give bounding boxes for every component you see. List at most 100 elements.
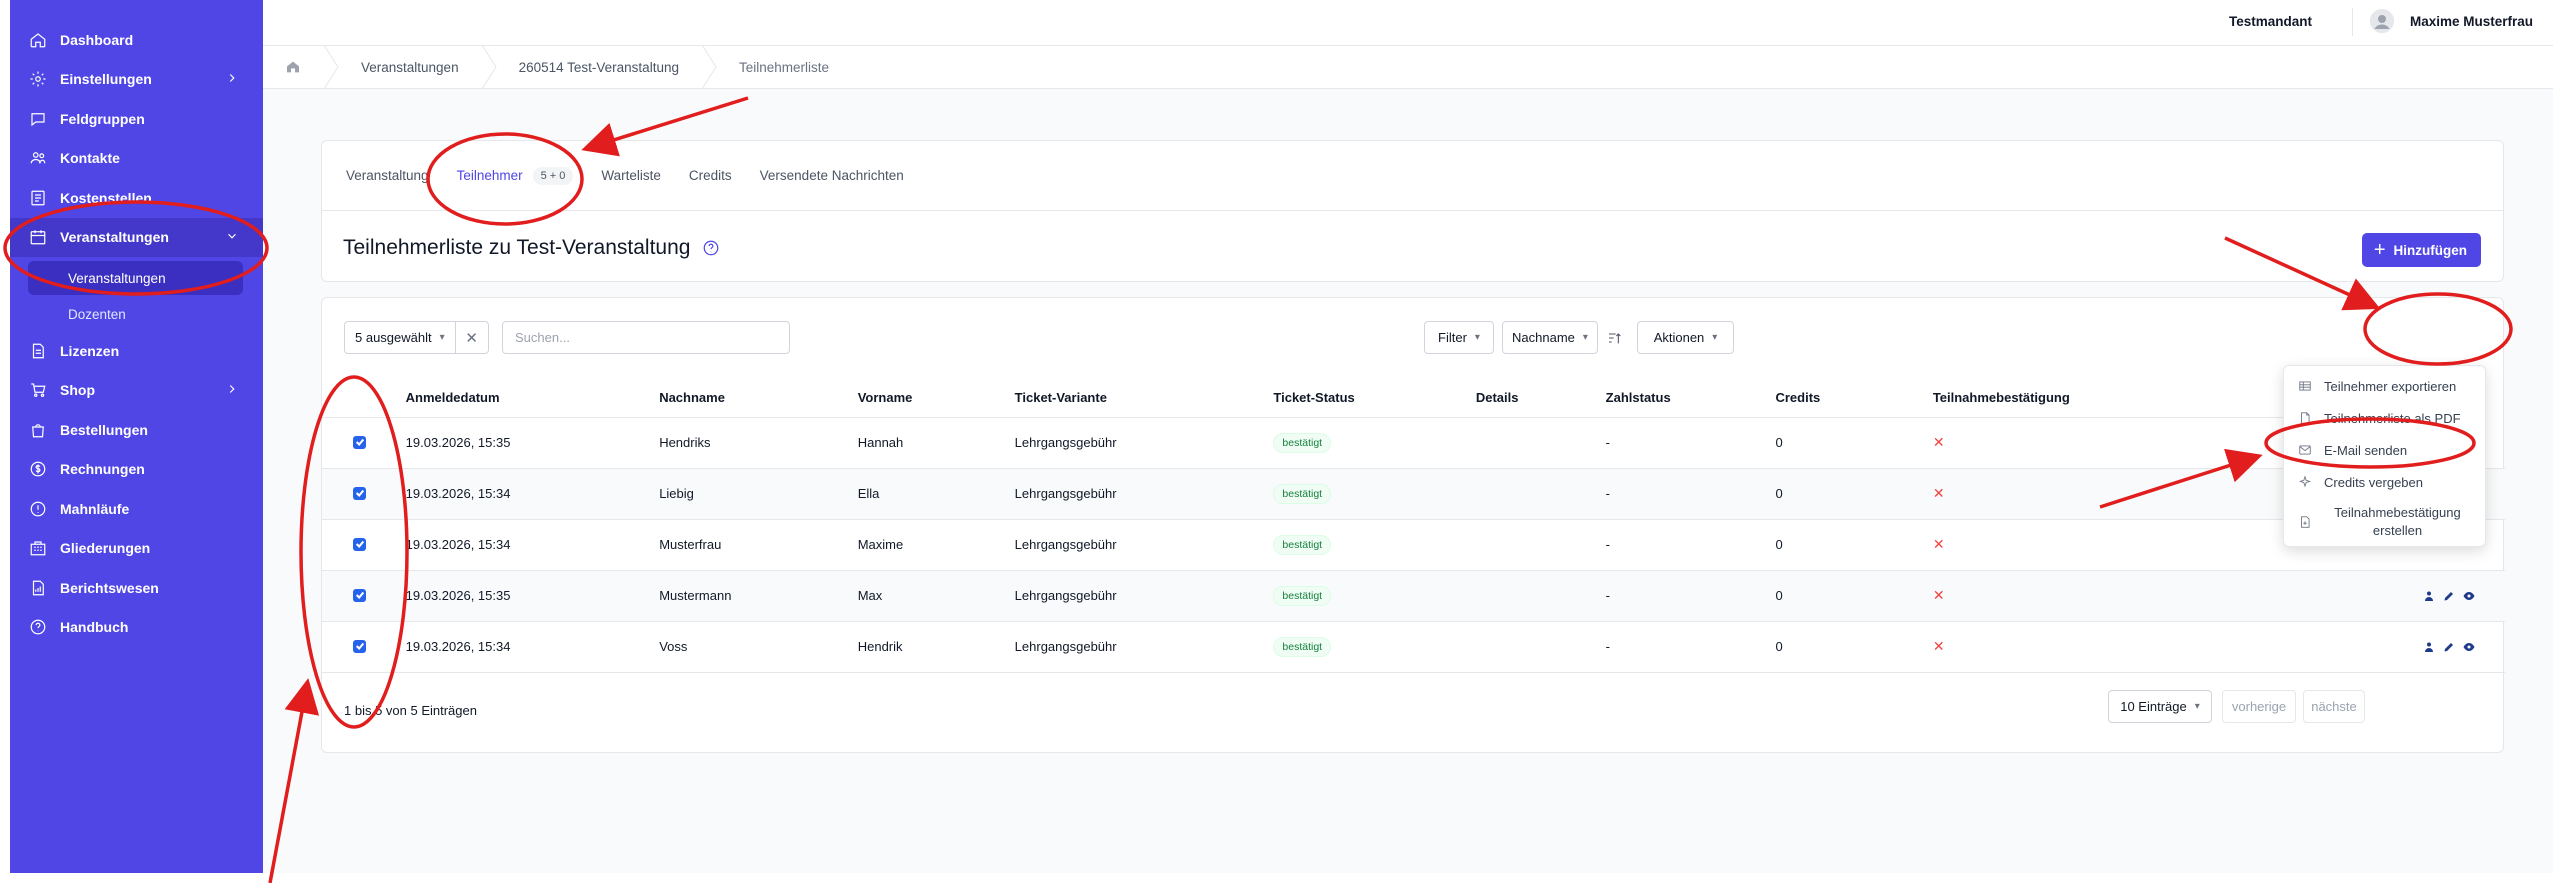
add-button[interactable]: + Hinzufügen	[2361, 233, 2481, 267]
menu-item-label: E-Mail senden	[2324, 442, 2408, 458]
sort-direction-icon[interactable]	[1600, 321, 1630, 354]
row-checkbox[interactable]	[353, 435, 366, 449]
cell-variant: Lehrgangsgebühr	[1014, 417, 1274, 469]
menu-item-send-email[interactable]: E-Mail senden	[2284, 434, 2485, 466]
column-header[interactable]: Ticket-Status	[1273, 378, 1476, 418]
sidebar-item-handbuch[interactable]: Handbuch	[10, 608, 263, 648]
status-badge: bestätigt	[1273, 636, 1332, 657]
cell-credits: 0	[1775, 621, 1933, 673]
tab-credits[interactable]: Credits	[689, 168, 732, 183]
chevron-down-icon: ▾	[1582, 332, 1588, 343]
page-title: Teilnehmerliste zu Test-Veranstaltung	[343, 236, 720, 260]
alert-icon	[28, 499, 48, 519]
help-icon[interactable]	[702, 239, 720, 257]
pencil-icon[interactable]	[2443, 641, 2455, 653]
person-icon[interactable]	[2423, 590, 2435, 602]
selection-dropdown[interactable]: 5 ausgewählt ▾	[345, 322, 456, 353]
sidebar-item-shop[interactable]: Shop	[10, 371, 263, 411]
sidebar-item-label: Mahnläufe	[60, 500, 130, 517]
menu-item-label: Credits vergeben	[2324, 474, 2423, 490]
column-header[interactable]: Vorname	[857, 378, 1015, 418]
cell-date: 19.03.2026, 15:34	[405, 621, 660, 673]
column-header[interactable]: Nachname	[659, 378, 858, 418]
cell-details	[1475, 417, 1606, 469]
page-size-select[interactable]: 10 Einträge ▾	[2108, 690, 2212, 723]
table-row[interactable]: 19.03.2026, 15:34 Voss Hendrik Lehrgangs…	[322, 621, 2505, 673]
breadcrumb-item-veranstaltungen[interactable]: Veranstaltungen	[339, 60, 481, 75]
sparkle-icon	[2298, 475, 2312, 488]
sidebar-item-bestellungen[interactable]: Bestellungen	[10, 410, 263, 450]
eye-icon[interactable]	[2463, 590, 2475, 602]
prev-page-button[interactable]: vorherige	[2222, 690, 2296, 723]
menu-item-export[interactable]: Teilnehmer exportieren	[2284, 370, 2485, 402]
cell-payment: -	[1605, 621, 1776, 673]
sidebar-item-rechnungen[interactable]: Rechnungen	[10, 450, 263, 490]
breadcrumb-item-event[interactable]: 260514 Test-Veranstaltung	[497, 60, 701, 75]
cell-firstname: Hannah	[857, 417, 1015, 469]
selection-count: 5 ausgewählt	[355, 330, 432, 345]
sidebar-subitem-dozenten[interactable]: Dozenten	[28, 297, 243, 331]
cell-lastname: Mustermann	[659, 570, 858, 622]
sidebar-item-gliederungen[interactable]: Gliederungen	[10, 529, 263, 569]
sidebar-item-feldgruppen[interactable]: Feldgruppen	[10, 99, 263, 139]
cell-date: 19.03.2026, 15:34	[405, 519, 660, 571]
status-badge: bestätigt	[1273, 585, 1332, 606]
clear-selection-button[interactable]: ✕	[456, 322, 488, 353]
table-row[interactable]: 19.03.2026, 15:35 Hendriks Hannah Lehrga…	[322, 417, 2505, 469]
selection-box: 5 ausgewählt ▾ ✕	[344, 321, 489, 354]
row-checkbox[interactable]	[353, 639, 366, 653]
row-checkbox[interactable]	[353, 537, 366, 551]
pencil-icon[interactable]	[2443, 590, 2455, 602]
tenant-name[interactable]: Testmandant	[2229, 14, 2312, 29]
sidebar-item-lizenzen[interactable]: Lizenzen	[10, 331, 263, 371]
column-header[interactable]: Anmeldedatum	[405, 378, 660, 418]
sidebar-subitem-veranstaltungen[interactable]: Veranstaltungen	[28, 261, 243, 295]
row-checkbox[interactable]	[353, 588, 366, 602]
sidebar-item-mahnlaeufe[interactable]: Mahnläufe	[10, 489, 263, 529]
tab-versendete-nachrichten[interactable]: Versendete Nachrichten	[760, 168, 904, 183]
tab-teilnehmer[interactable]: Teilnehmer 5 + 0	[457, 166, 574, 185]
menu-item-certificate[interactable]: Teilnahmebestätigung erstellen	[2284, 498, 2485, 546]
sidebar-item-berichtswesen[interactable]: Berichtswesen	[10, 568, 263, 608]
tab-warteliste[interactable]: Warteliste	[601, 168, 661, 183]
tab-veranstaltung[interactable]: Veranstaltung	[346, 168, 429, 183]
cell-payment: -	[1605, 468, 1776, 520]
sort-select[interactable]: Nachname ▾	[1502, 321, 1598, 354]
add-button-label: Hinzufügen	[2393, 242, 2468, 258]
cell-details	[1475, 570, 1606, 622]
person-icon[interactable]	[2423, 641, 2435, 653]
column-header[interactable]: Credits	[1775, 378, 1933, 418]
sidebar-item-kontakte[interactable]: Kontakte	[10, 139, 263, 179]
column-header[interactable]: Ticket-Variante	[1014, 378, 1274, 418]
divider	[2352, 8, 2353, 36]
sidebar-item-einstellungen[interactable]: Einstellungen	[10, 60, 263, 100]
actions-button[interactable]: Aktionen ▾	[1637, 321, 1734, 354]
cell-firstname: Max	[857, 570, 1015, 622]
row-checkbox[interactable]	[353, 486, 366, 500]
breadcrumb-separator	[701, 44, 717, 90]
sidebar-item-label: Feldgruppen	[60, 110, 145, 127]
table-row[interactable]: 19.03.2026, 15:35 Mustermann Max Lehrgan…	[322, 570, 2505, 622]
filter-button[interactable]: Filter ▾	[1424, 321, 1494, 354]
sidebar-item-dashboard[interactable]: Dashboard	[10, 20, 263, 60]
table-row[interactable]: 19.03.2026, 15:34 Liebig Ella Lehrgangsg…	[322, 468, 2505, 520]
column-header[interactable]: Details	[1475, 378, 1606, 418]
breadcrumb-separator	[323, 44, 339, 90]
next-page-button[interactable]: nächste	[2303, 690, 2365, 723]
sidebar-item-label: Gliederungen	[60, 540, 151, 557]
sidebar-item-veranstaltungen[interactable]: Veranstaltungen	[10, 217, 263, 257]
menu-item-label: Teilnehmer exportieren	[2324, 378, 2457, 394]
sidebar-item-kostenstellen[interactable]: Kostenstellen	[10, 178, 263, 218]
home-icon[interactable]	[263, 46, 323, 88]
menu-item-label: Teilnehmerliste als PDF	[2324, 410, 2461, 426]
cell-variant: Lehrgangsgebühr	[1014, 570, 1274, 622]
search-input[interactable]	[502, 321, 790, 354]
table-row[interactable]: 19.03.2026, 15:34 Musterfrau Maxime Lehr…	[322, 519, 2505, 571]
menu-item-pdf[interactable]: Teilnehmerliste als PDF	[2284, 402, 2485, 434]
receipt-icon	[28, 188, 48, 208]
user-menu[interactable]: Maxime Musterfrau	[2369, 9, 2533, 33]
bag-icon	[28, 420, 48, 440]
eye-icon[interactable]	[2463, 641, 2475, 653]
menu-item-credits[interactable]: Credits vergeben	[2284, 466, 2485, 498]
column-header[interactable]: Zahlstatus	[1605, 378, 1776, 418]
